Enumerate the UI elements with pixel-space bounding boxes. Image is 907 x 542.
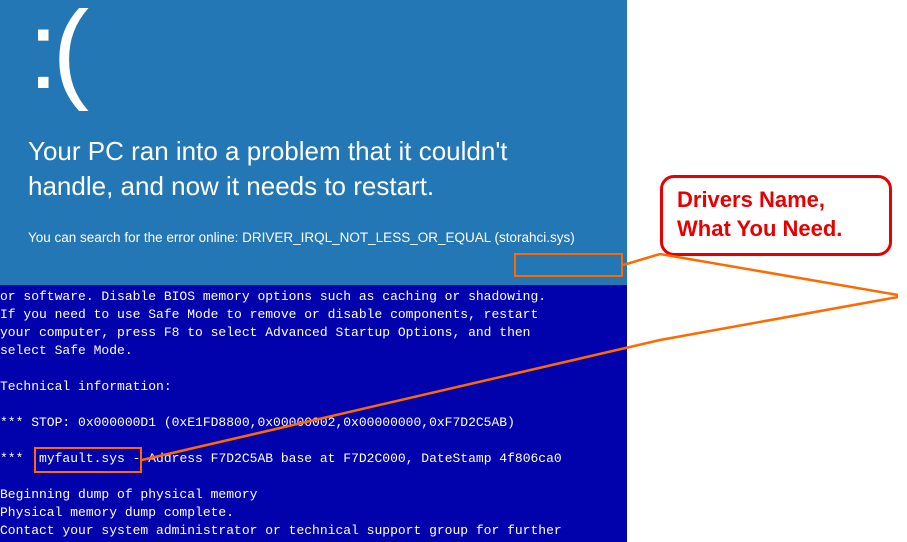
- bsodnt-line-safemode2: your computer, press F8 to select Advanc…: [0, 325, 531, 340]
- annotation-line1: Drivers Name,: [677, 186, 875, 215]
- annotation-line2: What You Need.: [677, 215, 875, 244]
- annotation-callout: Drivers Name, What You Need.: [660, 175, 892, 256]
- bsod8-driver-name: (storahci.sys): [494, 230, 574, 245]
- bsodnt-technical-header: Technical information:: [0, 379, 172, 394]
- bsodnt-line-safemode3: select Safe Mode.: [0, 343, 133, 358]
- bsodnt-driver-prefix: ***: [0, 451, 39, 466]
- bsod8-search-prefix: You can search for the error online:: [28, 230, 242, 245]
- bsod-classic-panel: or software. Disable BIOS memory options…: [0, 285, 627, 542]
- bsod-windows8-panel: :( Your PC ran into a problem that it co…: [0, 0, 627, 285]
- bsodnt-contact-1: Contact your system administrator or tec…: [0, 523, 562, 538]
- bsod8-error-code: DRIVER_IRQL_NOT_LESS_OR_EQUAL: [242, 230, 494, 245]
- bsodnt-line-software: or software. Disable BIOS memory options…: [0, 289, 546, 304]
- arrow-to-storahci: [623, 254, 898, 295]
- bsodnt-stop-code: *** STOP: 0x000000D1 (0xE1FD8800,0x00000…: [0, 415, 515, 430]
- bsod8-error-line: You can search for the error online: DRI…: [28, 230, 599, 245]
- bsodnt-driver-name: myfault.sys: [39, 451, 125, 466]
- bsodnt-dump-done: Physical memory dump complete.: [0, 505, 234, 520]
- sad-face-icon: :(: [28, 0, 599, 106]
- bsodnt-dump-begin: Beginning dump of physical memory: [0, 487, 257, 502]
- bsodnt-line-safemode1: If you need to use Safe Mode to remove o…: [0, 307, 538, 322]
- composite-bsod-explainer: :( Your PC ran into a problem that it co…: [0, 0, 907, 542]
- bsod8-headline: Your PC ran into a problem that it could…: [28, 134, 599, 204]
- bsodnt-driver-details: - Address F7D2C5AB base at F7D2C000, Dat…: [125, 451, 562, 466]
